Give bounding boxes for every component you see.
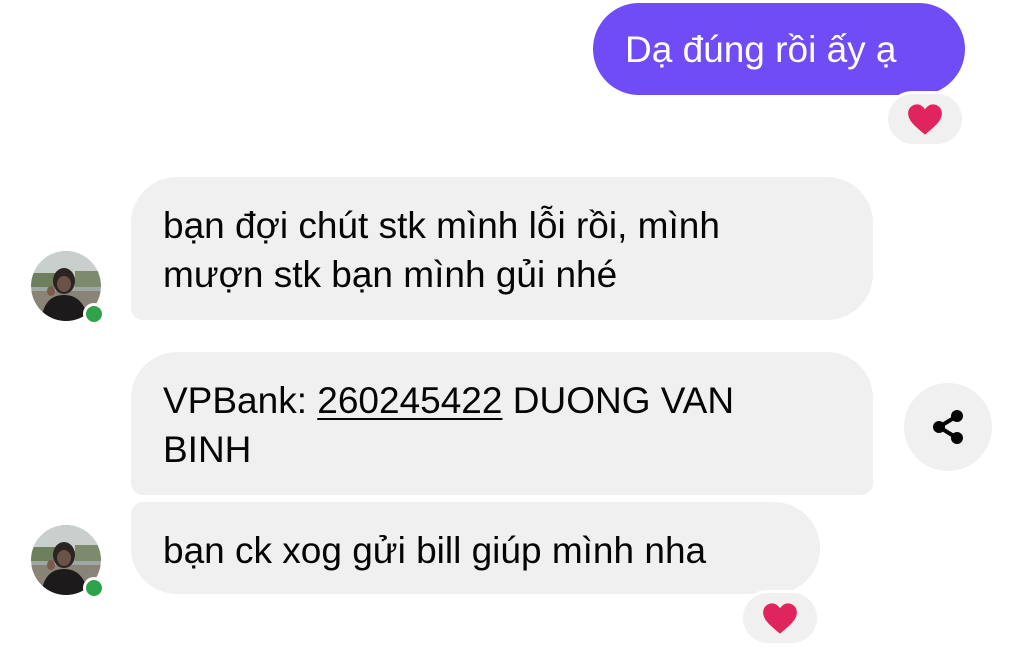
heart-icon xyxy=(908,103,942,135)
outgoing-message-text: Dạ đúng rồi ấy ạ xyxy=(625,29,897,70)
outgoing-message-bubble[interactable]: Dạ đúng rồi ấy ạ xyxy=(593,3,965,95)
message-text: bạn ck xog gửi bill giúp mình nha xyxy=(163,530,707,571)
bank-name-text: VPBank: xyxy=(163,380,318,421)
incoming-message-bubble[interactable]: bạn ck xog gửi bill giúp mình nha xyxy=(131,502,820,594)
account-holder-text: DUONG VAN xyxy=(502,380,735,421)
message-line: BINH xyxy=(163,429,252,470)
share-icon xyxy=(933,410,963,444)
contact-avatar[interactable] xyxy=(31,251,105,325)
account-number-link[interactable]: 260245422 xyxy=(317,380,502,421)
incoming-message-bubble[interactable]: bạn đợi chút stk mình lỗi rồi, mình mượn… xyxy=(131,177,873,320)
message-reaction[interactable] xyxy=(740,590,820,646)
online-status-dot xyxy=(83,577,105,599)
message-reaction[interactable] xyxy=(885,91,965,147)
message-line: VPBank: 260245422 DUONG VAN xyxy=(163,376,873,425)
message-line: bạn đợi chút stk mình lỗi rồi, mình xyxy=(163,205,720,246)
contact-avatar[interactable] xyxy=(31,525,105,599)
message-thread: Dạ đúng rồi ấy ạ bạn đợi chút stk mình l… xyxy=(0,0,1024,651)
share-button[interactable] xyxy=(904,383,992,471)
heart-icon xyxy=(763,602,797,634)
incoming-message-bubble[interactable]: VPBank: 260245422 DUONG VAN BINH xyxy=(131,352,873,495)
online-status-dot xyxy=(83,303,105,325)
message-line: mượn stk bạn mình gủi nhé xyxy=(163,254,618,295)
